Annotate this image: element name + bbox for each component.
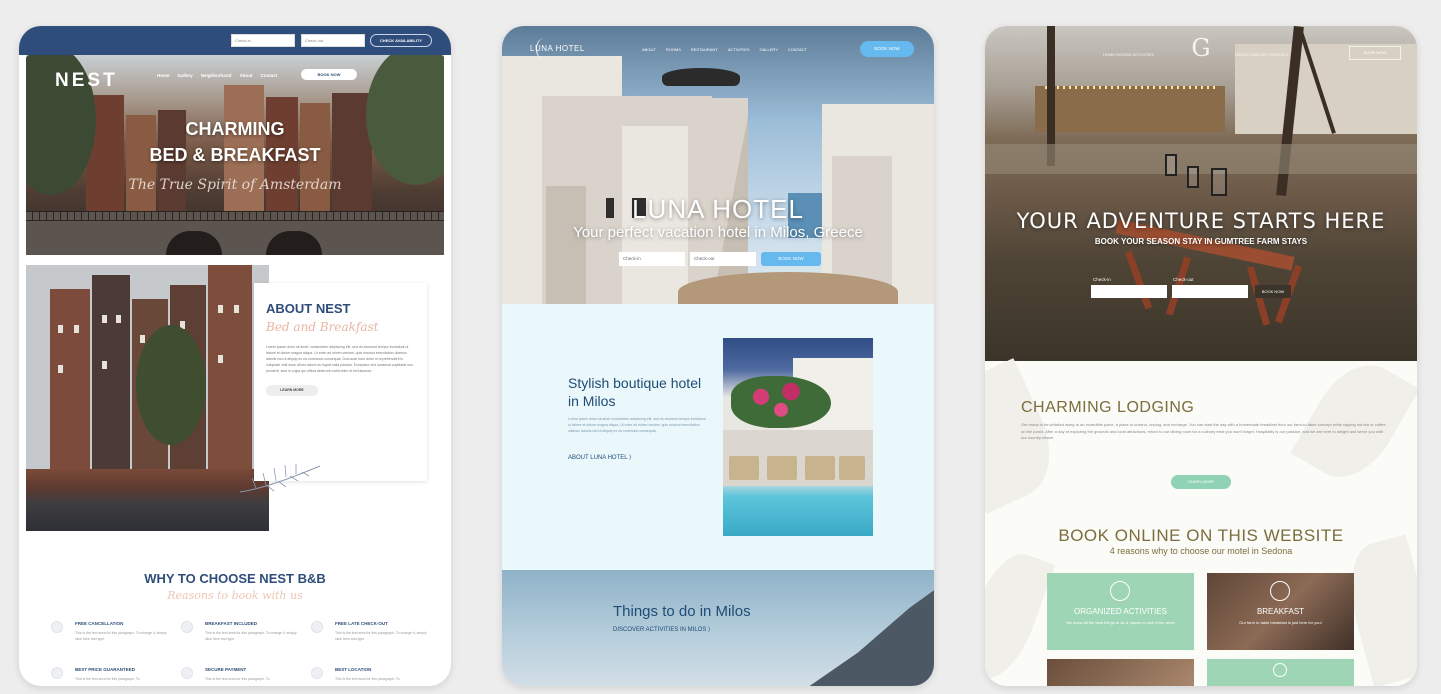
price-tag-icon — [51, 667, 63, 679]
luna-nav-item[interactable]: CONTACT — [788, 47, 807, 52]
luna-nav-item[interactable]: GALLERY — [760, 47, 778, 52]
luna-nav-item[interactable]: ABOUT — [642, 47, 656, 52]
farm-nav-right[interactable]: DINING GALLERY CONTACT — [1235, 52, 1289, 57]
farm-activities-tile[interactable]: ORGANIZED ACTIVITIES We know all the bes… — [1047, 573, 1194, 650]
farm-monogram-logo[interactable]: G — [1181, 34, 1221, 64]
nest-why-script: Reasons to book with us — [167, 589, 303, 602]
luna-nav-item[interactable]: ACTIVITIES — [728, 47, 750, 52]
nest-about-script: Bed and Breakfast — [266, 320, 379, 334]
farm-hero-subtitle: BOOK YOUR SEASON STAY IN GUMTREE FARM ST… — [1094, 237, 1308, 246]
nest-book-now-button[interactable]: BOOK NOW — [301, 69, 357, 80]
farm-hero-image — [985, 26, 1417, 361]
nest-checkout-input[interactable]: Check-out — [301, 34, 365, 47]
leaf-icon — [1110, 581, 1130, 601]
nest-nav-item[interactable]: About — [240, 73, 253, 78]
farm-tile-photo[interactable] — [1047, 659, 1194, 686]
nest-learn-more-button[interactable]: LEARN MORE — [266, 385, 318, 396]
farm-checkout-label: Check-out — [1173, 277, 1194, 282]
nest-nav-item[interactable]: Neighborhood — [201, 73, 232, 78]
nest-why-title: WHY TO CHOOSE NEST B&B — [144, 571, 326, 586]
luna-book-now-button[interactable]: BOOK NOW — [860, 41, 914, 57]
luna-about-text: Lorem ipsum dolor sit amet consectetur a… — [568, 417, 706, 433]
luna-pool-photo — [723, 338, 873, 536]
nest-hero-title-line1: CHARMING — [185, 119, 285, 139]
farm-checkin-label: Check-in — [1093, 277, 1111, 282]
nest-checkin-input[interactable]: Check-in — [231, 34, 295, 47]
nest-nav-item[interactable]: Home — [157, 73, 170, 78]
farm-tile-green[interactable] — [1207, 659, 1354, 686]
farm-book-now-button[interactable]: BOOK NOW — [1349, 46, 1401, 60]
nest-nav-item[interactable]: Contact — [261, 73, 278, 78]
luna-form-book-button[interactable]: BOOK NOW — [761, 252, 821, 266]
nest-logo[interactable]: NEST — [55, 70, 118, 92]
nest-about-text: Lorem ipsum dolor sit amet, consectetur … — [266, 345, 413, 373]
nest-check-availability-button[interactable]: CHECK AVAILABILITY — [370, 34, 432, 47]
farm-hero-title: YOUR ADVENTURE STARTS HERE — [1016, 209, 1386, 233]
farm-checkout-input[interactable] — [1172, 285, 1248, 298]
luna-logo[interactable]: LUNA HOTEL — [530, 44, 585, 53]
luna-checkout-input[interactable]: Check-out — [690, 252, 756, 266]
nest-about-title: ABOUT NEST — [266, 301, 351, 316]
nest-about-photo — [26, 265, 269, 531]
coffee-cup-icon — [1270, 581, 1290, 601]
luna-hero-subtitle: Your perfect vacation hotel in Milos, Gr… — [573, 224, 863, 241]
farm-book-online-subtitle: 4 reasons why to choose our motel in Sed… — [1109, 546, 1293, 556]
farm-book-online-title: BOOK ONLINE ON THIS WEBSITE — [1058, 526, 1344, 545]
nest-main-nav: Home Gallery Neighborhood About Contact — [157, 73, 277, 78]
credit-card-icon — [181, 667, 193, 679]
location-pin-icon — [311, 667, 323, 679]
luna-about-link[interactable]: ABOUT LUNA HOTEL ⟩ — [568, 454, 631, 461]
luna-things-to-do-section: Things to do in Milos DISCOVER ACTIVITIE… — [502, 570, 934, 686]
luna-website-card: LUNA HOTEL ABOUT ROOMS RESTAURANT ACTIVI… — [502, 26, 934, 686]
nest-about-card: ABOUT NEST Bed and Breakfast Lorem ipsum… — [254, 283, 427, 481]
nest-hero-script: The True Spirit of Amsterdam — [128, 177, 342, 193]
farm-checkin-input[interactable] — [1091, 285, 1167, 298]
luna-checkin-input[interactable]: Check-in — [619, 252, 685, 266]
luna-nav-item[interactable]: ROOMS — [666, 47, 681, 52]
luna-things-link[interactable]: DISCOVER ACTIVITIES IN MILOS ⟩ — [613, 626, 710, 633]
leaf-decoration-icon — [239, 464, 321, 493]
nest-hero-title-line2: BED & BREAKFAST — [149, 145, 321, 165]
clock-icon — [311, 621, 323, 633]
luna-hero-title: LUNA HOTEL — [632, 194, 804, 224]
calendar-icon — [51, 621, 63, 633]
nest-nav-item[interactable]: Gallery — [178, 73, 193, 78]
farm-nav-left[interactable]: HOME ROOMS ACTIVITIES — [1103, 52, 1154, 57]
luna-main-nav: ABOUT ROOMS RESTAURANT ACTIVITIES GALLER… — [642, 47, 807, 52]
nest-top-booking-bar: Check-in Check-out CHECK AVAILABILITY — [19, 26, 451, 55]
coffee-icon — [181, 621, 193, 633]
farm-website-card: HOME ROOMS ACTIVITIES G DINING GALLERY C… — [985, 26, 1417, 686]
farm-learn-more-button[interactable]: LEARN MORE — [1171, 475, 1231, 489]
farm-lodging-text: Get ready to be whisked away to an incre… — [1021, 422, 1386, 440]
farm-breakfast-tile[interactable]: BREAKFAST Our farm to table breakfast is… — [1207, 573, 1354, 650]
farm-lodging-title: CHARMING LODGING — [1021, 399, 1195, 416]
luna-nav-item[interactable]: RESTAURANT — [691, 47, 718, 52]
lantern-icon — [1273, 663, 1287, 677]
nest-website-card: Check-in Check-out CHECK AVAILABILITY NE… — [19, 26, 451, 686]
luna-things-title: Things to do in Milos — [613, 603, 751, 620]
farm-form-book-button[interactable]: BOOK NOW — [1255, 285, 1291, 298]
luna-about-title: Stylish boutique hotel in Milos — [568, 375, 702, 409]
